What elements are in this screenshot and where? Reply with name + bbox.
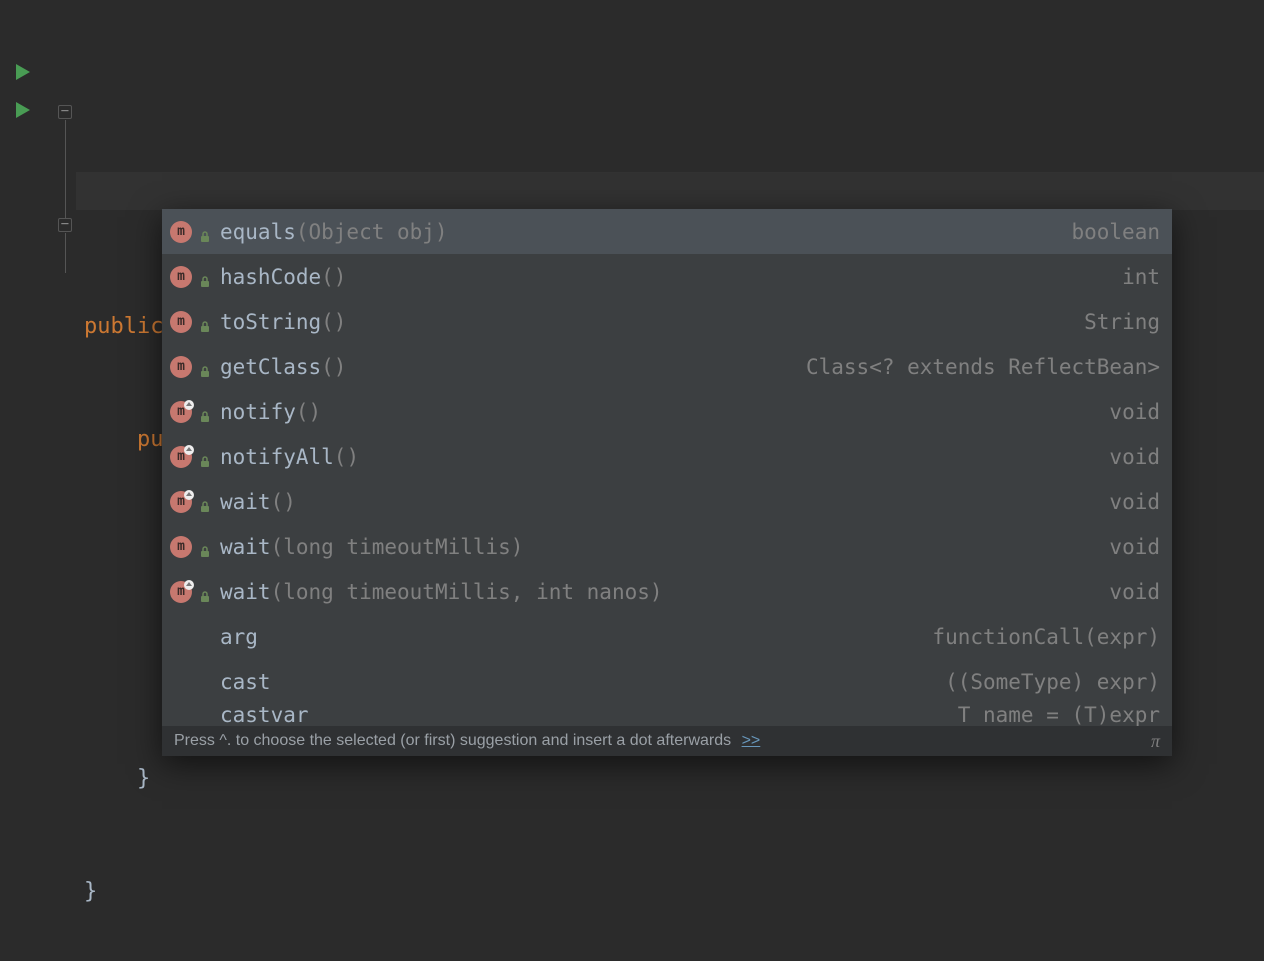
method-icon: m bbox=[170, 491, 192, 513]
public-visibility-icon bbox=[198, 585, 212, 599]
completion-item[interactable]: m wait() void bbox=[162, 479, 1172, 524]
method-icon: m bbox=[170, 536, 192, 558]
completion-return-type: int bbox=[1122, 265, 1160, 289]
completion-signature: wait() bbox=[220, 490, 296, 514]
completion-return-type: void bbox=[1109, 490, 1160, 514]
method-icon: m bbox=[170, 221, 192, 243]
fold-guide bbox=[65, 120, 66, 220]
completion-signature: getClass() bbox=[220, 355, 346, 379]
gutter: − − bbox=[0, 0, 76, 796]
completion-item[interactable]: m hashCode() int bbox=[162, 254, 1172, 299]
completion-return-type: void bbox=[1109, 445, 1160, 469]
public-visibility-icon bbox=[198, 270, 212, 284]
fold-toggle-minus-icon[interactable]: − bbox=[58, 218, 72, 232]
completion-signature: equals(Object obj) bbox=[220, 220, 448, 244]
brace: } bbox=[84, 879, 97, 904]
completion-return-type: void bbox=[1109, 535, 1160, 559]
code-line[interactable]: } bbox=[84, 873, 1264, 911]
method-icon: m bbox=[170, 581, 192, 603]
completion-item[interactable]: m wait(long timeoutMillis) void bbox=[162, 524, 1172, 569]
completion-signature: castvar bbox=[220, 704, 309, 726]
public-visibility-icon bbox=[198, 495, 212, 509]
completion-item[interactable]: castvar T name = (T)expr bbox=[162, 704, 1172, 726]
completion-signature: arg bbox=[220, 625, 258, 649]
completion-list[interactable]: m equals(Object obj) boolean m hashCode() int… bbox=[162, 209, 1172, 726]
completion-return-type: T name = (T)expr bbox=[958, 704, 1160, 726]
method-icon: m bbox=[170, 266, 192, 288]
footer-pi-icon[interactable]: π bbox=[1151, 731, 1160, 752]
completion-signature: wait(long timeoutMillis, int nanos) bbox=[220, 580, 663, 604]
completion-signature: notifyAll() bbox=[220, 445, 359, 469]
method-icon: m bbox=[170, 401, 192, 423]
completion-signature: notify() bbox=[220, 400, 321, 424]
completion-return-type: void bbox=[1109, 580, 1160, 604]
public-visibility-icon bbox=[198, 315, 212, 329]
completion-return-type: Class<? extends ReflectBean> bbox=[806, 355, 1160, 379]
method-icon: m bbox=[170, 311, 192, 333]
public-visibility-icon bbox=[198, 540, 212, 554]
completion-signature: wait(long timeoutMillis) bbox=[220, 535, 523, 559]
footer-hint-label: Press ^. to choose the selected (or firs… bbox=[174, 732, 731, 749]
run-gutter-icon[interactable] bbox=[12, 100, 36, 124]
completion-item[interactable]: m toString() String bbox=[162, 299, 1172, 344]
completion-signature: hashCode() bbox=[220, 265, 346, 289]
completion-return-type: functionCall(expr) bbox=[932, 625, 1160, 649]
footer-hint-text: Press ^. to choose the selected (or firs… bbox=[174, 732, 760, 750]
completion-item[interactable]: arg functionCall(expr) bbox=[162, 614, 1172, 659]
public-visibility-icon bbox=[198, 405, 212, 419]
current-line-highlight bbox=[76, 172, 1264, 210]
completion-return-type: ((SomeType) expr) bbox=[945, 670, 1160, 694]
completion-item[interactable]: m notify() void bbox=[162, 389, 1172, 434]
completion-return-type: String bbox=[1084, 310, 1160, 334]
public-visibility-icon bbox=[198, 450, 212, 464]
fold-toggle-minus-icon[interactable]: − bbox=[58, 105, 72, 119]
public-visibility-icon bbox=[198, 225, 212, 239]
override-overlay-icon bbox=[184, 489, 194, 499]
run-gutter-icon[interactable] bbox=[12, 62, 36, 86]
override-overlay-icon bbox=[184, 399, 194, 409]
code-completion-popup: m equals(Object obj) boolean m hashCode() int… bbox=[162, 209, 1172, 756]
method-icon: m bbox=[170, 356, 192, 378]
brace: } bbox=[137, 766, 150, 791]
completion-return-type: boolean bbox=[1071, 220, 1160, 244]
completion-signature: cast bbox=[220, 670, 271, 694]
completion-item[interactable]: m equals(Object obj) boolean bbox=[162, 209, 1172, 254]
fold-guide bbox=[65, 233, 66, 273]
override-overlay-icon bbox=[184, 444, 194, 454]
completion-item[interactable]: cast ((SomeType) expr) bbox=[162, 659, 1172, 704]
completion-item[interactable]: m wait(long timeoutMillis, int nanos) void bbox=[162, 569, 1172, 614]
code-line[interactable]: } bbox=[84, 760, 1264, 798]
completion-signature: toString() bbox=[220, 310, 346, 334]
completion-footer: Press ^. to choose the selected (or firs… bbox=[162, 726, 1172, 756]
completion-item[interactable]: m notifyAll() void bbox=[162, 434, 1172, 479]
footer-more-link[interactable]: >> bbox=[742, 732, 761, 749]
completion-item[interactable]: m getClass() Class<? extends ReflectBean> bbox=[162, 344, 1172, 389]
method-icon: m bbox=[170, 446, 192, 468]
keyword: public bbox=[84, 314, 163, 339]
code-line[interactable] bbox=[84, 100, 1264, 120]
override-overlay-icon bbox=[184, 579, 194, 589]
public-visibility-icon bbox=[198, 360, 212, 374]
completion-return-type: void bbox=[1109, 400, 1160, 424]
